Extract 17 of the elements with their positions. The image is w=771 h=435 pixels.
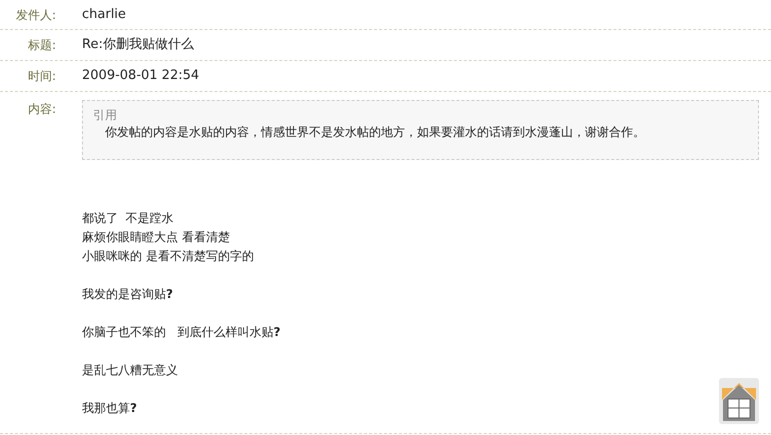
message-line: 你脑子也不笨的 到底什么样叫水贴? bbox=[82, 324, 282, 341]
field-label: 发件人: bbox=[14, 6, 57, 24]
field-value: 2009-08-01 22:54 bbox=[82, 67, 200, 86]
field-label: 时间: bbox=[26, 68, 57, 85]
message-line: 我那也算? bbox=[82, 400, 138, 417]
quote-text: 你发帖的内容是水贴的内容，情感世界不是发水帖的地方，如果要灌水的话请到水漫蓬山，谢谢合作。 bbox=[104, 124, 646, 141]
field-label: 内容: bbox=[26, 101, 57, 118]
home-icon[interactable] bbox=[719, 378, 759, 424]
field-label: 标题: bbox=[26, 37, 57, 54]
quote-title: 引用 bbox=[93, 107, 118, 123]
field-value: Re:你删我贴做什么 bbox=[82, 36, 194, 54]
message-line: 是乱七八糟无意义 bbox=[82, 362, 179, 379]
message-line: 都说了 不是蹚水 bbox=[82, 210, 175, 227]
message-line: 小眼咪咪的 是看不清楚写的字的 bbox=[82, 248, 255, 265]
message-line: 麻烦你眼睛瞪大点 看看清楚 bbox=[82, 229, 231, 246]
message-line: 我发的是咨询贴? bbox=[82, 286, 174, 303]
field-value: charlie bbox=[82, 6, 126, 24]
